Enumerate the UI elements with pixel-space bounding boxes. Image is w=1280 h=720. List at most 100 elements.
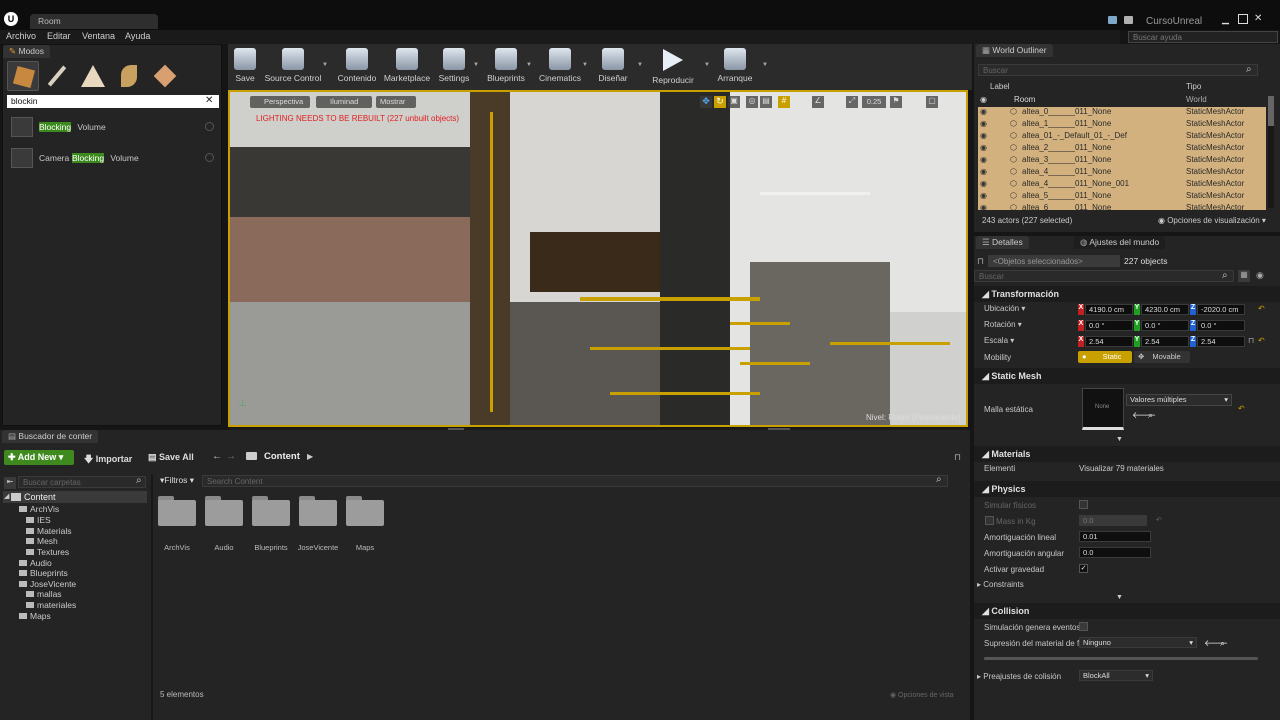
grid-size-value[interactable]: 0.25 [862,96,886,108]
sources-toggle-icon[interactable]: ⇤ [4,477,16,489]
scale-snap-icon[interactable]: ⤢ [846,96,858,108]
placeable-item-camera-blocking-volume[interactable]: Camera Blocking Volume [7,146,219,172]
source-control-button[interactable]: Source Control [263,46,323,88]
info-icon[interactable] [205,153,214,162]
level-viewport[interactable]: Perspectiva Iluminad Mostrar LIGHTING NE… [228,90,968,427]
visibility-eye-icon[interactable]: ◉ [980,119,987,128]
reset-scale-icon[interactable]: ↶ [1258,336,1265,345]
visibility-eye-icon[interactable]: ◉ [980,95,987,104]
tree-label-materials[interactable]: Materials [37,526,71,536]
outliner-row[interactable]: ◉ ⬡ altea_2______011_None StaticMeshActor [978,143,1266,155]
folder-tile-audio[interactable] [205,496,243,526]
camera-speed-icon[interactable]: ⚑ [890,96,902,108]
rotation-z-field[interactable]: 0.0 ° [1197,320,1245,331]
perspective-button[interactable]: Perspectiva [250,96,310,108]
collision-presets-combo[interactable]: BlockAll ▾ [1079,670,1153,681]
rotation-snap-icon[interactable]: ∠ [812,96,824,108]
feedback-icon[interactable] [1124,16,1133,24]
linear-damping-field[interactable]: 0.01 [1079,531,1151,542]
collision-presets-label[interactable]: ▸ Preajustes de colisión [977,672,1061,681]
outliner-col-type[interactable]: Tipo [1186,82,1201,91]
details-tab[interactable]: ☰ Detalles [976,236,1029,249]
static-mesh-combo[interactable]: Valores múltiples ▾ [1126,394,1232,406]
filters-button[interactable]: ▾Filtros ▾ [160,475,194,487]
clear-search-icon[interactable]: ✕ [205,95,213,106]
outliner-row[interactable]: ◉ ⬡ altea_6______011_None StaticMeshActor [978,203,1266,210]
browse-asset-icon[interactable]: ⌕ [1220,638,1225,649]
angular-damping-field[interactable]: 0.0 [1079,547,1151,558]
mode-landscape-button[interactable] [77,61,109,91]
modes-tab[interactable]: ✎ Modos [3,45,51,58]
tree-label-ies[interactable]: IES [37,515,51,525]
mode-place-button[interactable] [7,61,39,91]
visibility-eye-icon[interactable]: ◉ [980,167,987,176]
tree-label-mesh[interactable]: Mesh [37,536,58,546]
visibility-eye-icon[interactable]: ◉ [980,203,987,210]
info-icon[interactable] [205,122,214,131]
maximize-viewport-icon[interactable]: ▢ [926,96,938,108]
show-button[interactable]: Mostrar [376,96,416,108]
breadcrumb-content[interactable]: Content [264,451,300,462]
surface-snap-icon[interactable]: ▤ [760,96,772,108]
tree-label-blueprints[interactable]: Blueprints [30,568,68,578]
lighting-mode-button[interactable]: Iluminad [316,96,372,108]
grid-snap-icon[interactable]: # [778,96,790,108]
content-browser-tab[interactable]: ▤ Buscador de conter [2,430,99,443]
menu-archivo[interactable]: Archivo [6,31,36,41]
breadcrumb-arrow-icon[interactable]: ▶ [307,452,313,461]
folder-tile-blueprints[interactable] [252,496,290,526]
visibility-eye-icon[interactable]: ◉ [980,179,987,188]
mesh-thumbnail[interactable]: None [1082,388,1124,430]
mode-foliage-button[interactable] [113,61,145,91]
visibility-eye-icon[interactable]: ◉ [980,131,987,140]
outliner-col-label[interactable]: Label [990,82,1010,91]
notification-icon[interactable] [1108,16,1117,24]
static-mesh-section-header[interactable]: ◢ Static Mesh [974,368,1280,384]
visibility-filter-icon[interactable]: ◉ [1256,270,1264,281]
reset-location-icon[interactable]: ↶ [1258,304,1265,313]
enable-gravity-checkbox[interactable]: ✓ [1079,564,1088,573]
transform-section-header[interactable]: ◢ Transformación [974,286,1280,302]
browse-asset-icon[interactable]: ⌕ [1148,410,1153,421]
scale-tool-icon[interactable]: ▣ [728,96,740,108]
folder-tile-maps[interactable] [346,496,384,526]
location-z-field[interactable]: -2020.0 cm [1197,304,1245,315]
scale-lock-icon[interactable]: ⊓ [1248,336,1254,345]
folder-tile-archvis[interactable] [158,496,196,526]
maximize-button[interactable] [1238,14,1248,24]
generate-hit-events-checkbox[interactable] [1079,622,1088,631]
constraints-label[interactable]: ▸ Constraints [977,580,1024,589]
outliner-row[interactable]: ◉ ⬡ altea_4______011_None_001 StaticMeshAct… [978,179,1266,191]
tree-label-archvis[interactable]: ArchVis [30,504,59,514]
outliner-row[interactable]: ◉ ⬡ altea_4______011_None StaticMeshActor [978,167,1266,179]
save-all-button[interactable]: ▤ Save All [146,450,196,465]
content-search-input[interactable]: Search Content [202,475,948,487]
visibility-eye-icon[interactable]: ◉ [980,107,987,116]
minimize-button[interactable]: ▁ [1222,14,1232,24]
property-matrix-icon[interactable]: ▦ [1238,270,1250,282]
world-settings-tab[interactable]: ◍ Ajustes del mundo [1074,236,1166,249]
rotation-x-field[interactable]: 0.0 ° [1085,320,1133,331]
world-space-icon[interactable]: ◎ [746,96,758,108]
view-materials-link[interactable]: Visualizar 79 materiales [1079,464,1164,473]
search-icon[interactable]: ⌕ [1222,270,1228,281]
rotation-label[interactable]: Rotación ▾ [984,320,1022,329]
expand-arrow-icon[interactable]: ▼ [1116,594,1123,601]
outliner-search-input[interactable]: Buscar [978,64,1258,76]
outliner-row[interactable]: ◉ ⬡ altea_3______011_None StaticMeshActor [978,155,1266,167]
forward-arrow-icon[interactable]: → [226,451,236,462]
close-button[interactable]: ✕ [1254,13,1266,25]
outliner-tab[interactable]: ▦ World Outliner [976,44,1053,57]
help-search-input[interactable]: Buscar ayuda [1128,31,1278,43]
search-icon[interactable]: ⌕ [936,474,942,485]
simulate-physics-checkbox[interactable] [1079,500,1088,509]
tree-expand-icon[interactable]: ◢ [4,492,9,500]
launch-dropdown-icon[interactable]: ▼ [762,62,768,68]
search-icon[interactable]: ⌕ [136,475,142,486]
mass-override-checkbox[interactable] [985,516,994,525]
collision-section-header[interactable]: ◢ Collision [974,603,1280,619]
lock-icon[interactable]: ⊓ [977,256,984,267]
tree-label-josevicente[interactable]: JoseVicente [30,579,76,589]
visibility-eye-icon[interactable]: ◉ [980,143,987,152]
expand-arrow-icon[interactable]: ▼ [1116,436,1123,443]
